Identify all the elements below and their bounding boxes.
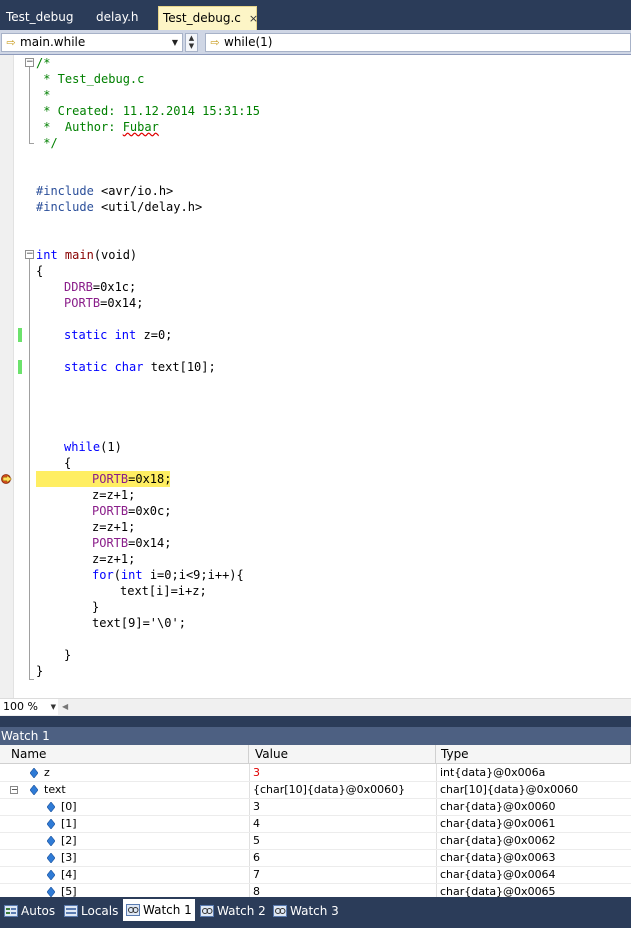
- watch-row[interactable]: z 3 int{data}@0x006a: [0, 765, 631, 782]
- watch-row[interactable]: [0] 3 char{data}@0x0060: [0, 799, 631, 816]
- code-line: for(int i=0;i<9;i++){: [92, 568, 244, 582]
- execution-pointer-icon[interactable]: [1, 474, 13, 484]
- locals-icon: [64, 904, 78, 917]
- code-line: {: [36, 264, 44, 278]
- split-view-button[interactable]: ▲ ▼: [185, 33, 198, 52]
- scope-dropdown[interactable]: ⇨ main.while ▼: [1, 33, 183, 52]
- watch-row[interactable]: [2] 5 char{data}@0x0062: [0, 833, 631, 850]
- watch-row[interactable]: [4] 7 char{data}@0x0064: [0, 867, 631, 884]
- code-line: PORTB=0x14;: [64, 296, 144, 310]
- change-marker: [18, 360, 22, 374]
- navigation-bar: ⇨ main.while ▼ ▲ ▼ ⇨ while(1): [0, 30, 631, 55]
- document-tab-strip: Test_debug delay.h Test_debug.c ×: [0, 0, 631, 30]
- variable-icon: [47, 887, 55, 897]
- tab-watch-3[interactable]: Watch 3: [273, 901, 339, 921]
- collapse-node-icon[interactable]: −: [10, 786, 18, 794]
- code-line: PORTB=0x0c;: [92, 504, 172, 518]
- variable-icon: [47, 853, 55, 863]
- code-line: text[i]=i+z;: [120, 584, 207, 598]
- watch-row[interactable]: [1] 4 char{data}@0x0061: [0, 816, 631, 833]
- outline-line: [29, 259, 30, 679]
- change-marker: [18, 328, 22, 342]
- collapse-main-icon[interactable]: −: [25, 250, 34, 259]
- code-line: z=z+1;: [92, 552, 136, 566]
- indicator-margin[interactable]: [0, 55, 14, 698]
- watch-row[interactable]: [3] 6 char{data}@0x0063: [0, 850, 631, 867]
- zoom-bar: 100 % ▼ ◀: [0, 698, 631, 716]
- chevron-down-icon[interactable]: ▼: [168, 34, 182, 51]
- code-line: * Author: Fubar: [36, 120, 159, 134]
- code-line: #include <util/delay.h>: [36, 200, 203, 214]
- code-line: PORTB=0x14;: [92, 536, 172, 550]
- member-arrow-icon: ⇨: [6, 36, 16, 49]
- code-line: /*: [36, 56, 51, 70]
- code-line: *: [36, 88, 51, 102]
- watch-icon: [200, 904, 214, 917]
- code-line: {: [64, 456, 72, 470]
- watch-icon: [126, 903, 140, 916]
- column-header-name[interactable]: Name: [0, 745, 249, 764]
- tool-window-tabs: Autos Locals Watch 1 Watch 2 Watch 3: [0, 897, 631, 928]
- code-line: int main(void): [36, 248, 138, 262]
- outline-line: [29, 67, 30, 143]
- code-line: }: [92, 600, 100, 614]
- member-arrow-icon: ⇨: [210, 36, 220, 49]
- watch-grid[interactable]: Name Value Type z 3 int{data}@0x006a − t…: [0, 745, 631, 897]
- tab-test-debug-project[interactable]: Test_debug: [2, 7, 77, 28]
- code-editor[interactable]: − − /* * Test_debug.c * * Created: 11.12…: [0, 55, 631, 698]
- autos-icon: [4, 904, 18, 917]
- member-dropdown[interactable]: ⇨ while(1): [205, 33, 631, 52]
- variable-icon: [30, 785, 38, 795]
- watch-icon: [273, 904, 287, 917]
- tab-delay-h[interactable]: delay.h: [92, 7, 143, 28]
- tab-watch-2[interactable]: Watch 2: [200, 901, 266, 921]
- code-line: * Test_debug.c: [36, 72, 145, 86]
- variable-icon: [47, 836, 55, 846]
- watch-row[interactable]: [5] 8 char{data}@0x0065: [0, 884, 631, 897]
- code-line: z=z+1;: [92, 488, 136, 502]
- tab-autos[interactable]: Autos: [4, 901, 55, 921]
- tab-test-debug-c[interactable]: Test_debug.c ×: [158, 6, 258, 30]
- code-line: * Created: 11.12.2014 15:31:15: [36, 104, 260, 118]
- outline-end: [29, 143, 34, 144]
- tab-watch-1[interactable]: Watch 1: [123, 899, 195, 921]
- tab-locals[interactable]: Locals: [64, 901, 118, 921]
- variable-icon: [47, 870, 55, 880]
- column-header-type[interactable]: Type: [436, 745, 631, 764]
- code-line: text[9]='\0';: [92, 616, 186, 630]
- watch-row[interactable]: − text {char[10]{data}@0x0060} char[10]{…: [0, 782, 631, 799]
- current-code-line: PORTB=0x18;: [92, 472, 172, 486]
- code-line: static char text[10];: [64, 360, 216, 374]
- variable-icon: [47, 802, 55, 812]
- scroll-left-icon[interactable]: ◀: [62, 699, 68, 715]
- variable-icon: [47, 819, 55, 829]
- code-line: #include <avr/io.h>: [36, 184, 174, 198]
- change-tracking-bar: [14, 55, 24, 698]
- code-line: while(1): [64, 440, 122, 454]
- chevron-down-icon[interactable]: ▼: [51, 699, 56, 715]
- code-line: */: [36, 136, 58, 150]
- code-line: DDRB=0x1c;: [64, 280, 137, 294]
- watch-window-title: Watch 1: [0, 727, 631, 745]
- zoom-dropdown[interactable]: 100 % ▼: [0, 699, 58, 715]
- spelling-squiggle: Fubar: [122, 120, 159, 134]
- code-line: static int z=0;: [64, 328, 173, 342]
- code-line: z=z+1;: [92, 520, 136, 534]
- code-line: }: [64, 648, 72, 662]
- variable-icon: [30, 768, 38, 778]
- column-header-value[interactable]: Value: [249, 745, 436, 764]
- code-line: }: [36, 664, 44, 678]
- collapse-comment-icon[interactable]: −: [25, 58, 34, 67]
- outline-end: [29, 679, 34, 680]
- close-tab-icon[interactable]: ×: [249, 12, 258, 25]
